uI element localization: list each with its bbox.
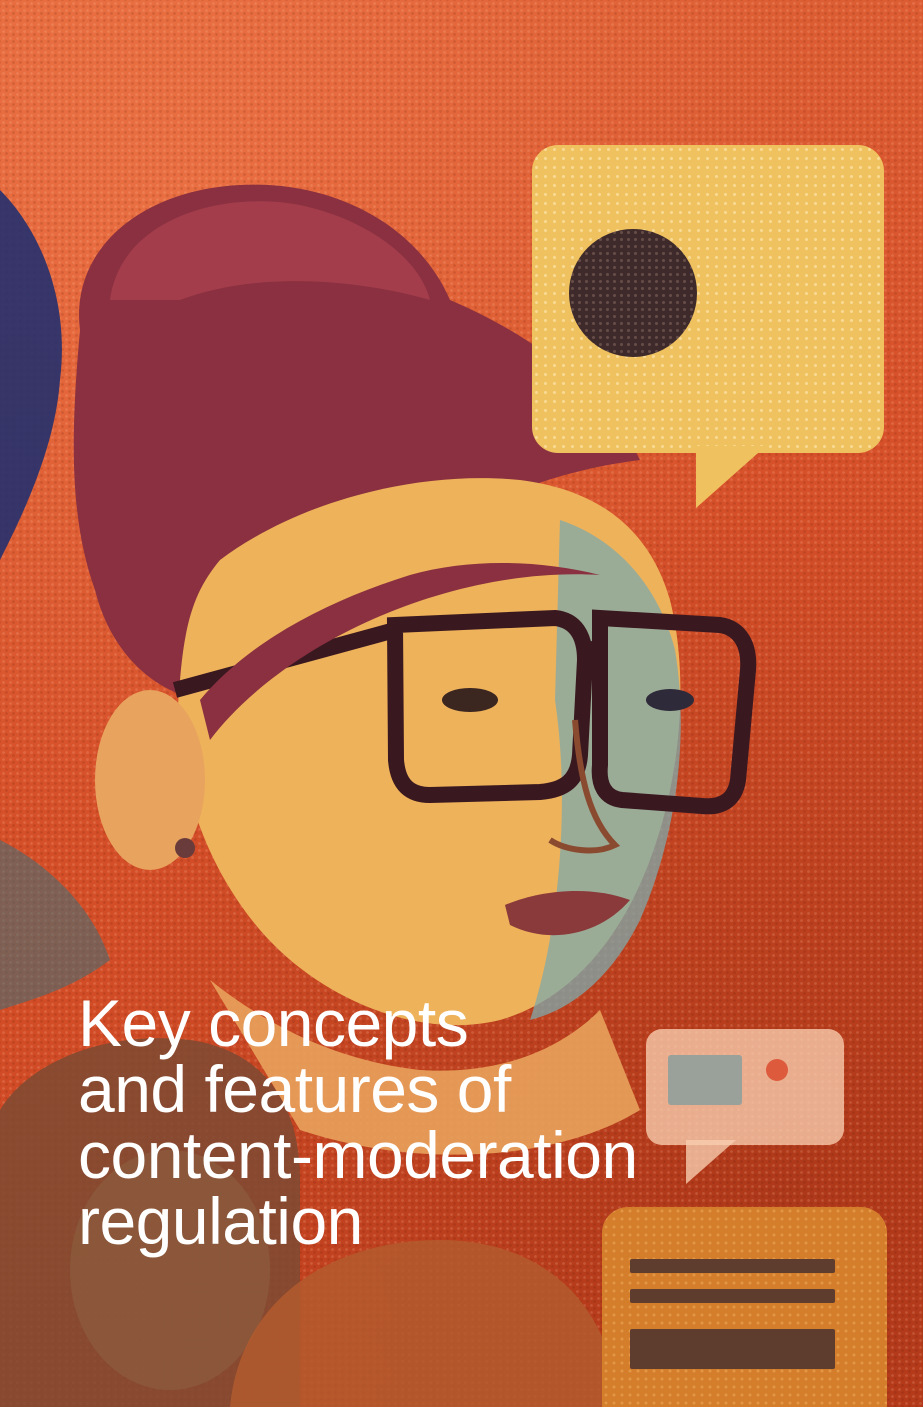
left-eye [442,688,498,712]
title-line: Key concepts [78,986,469,1060]
speech-bubble-dot [569,229,697,357]
right-eye [646,689,694,711]
message-line [630,1329,835,1369]
blue-figure-left [0,190,62,560]
page-title: Key concepts and features of content-mod… [78,990,798,1254]
title-line: content-moderation [78,1118,638,1192]
speech-bubble-tail [696,446,766,508]
poster: Key concepts and features of content-mod… [0,0,923,1407]
message-line [630,1289,835,1303]
teal-leaves [0,840,110,1010]
title-line: and features of [78,1052,511,1126]
earring [175,838,195,858]
message-line [630,1259,835,1273]
title-line: regulation [78,1184,363,1258]
